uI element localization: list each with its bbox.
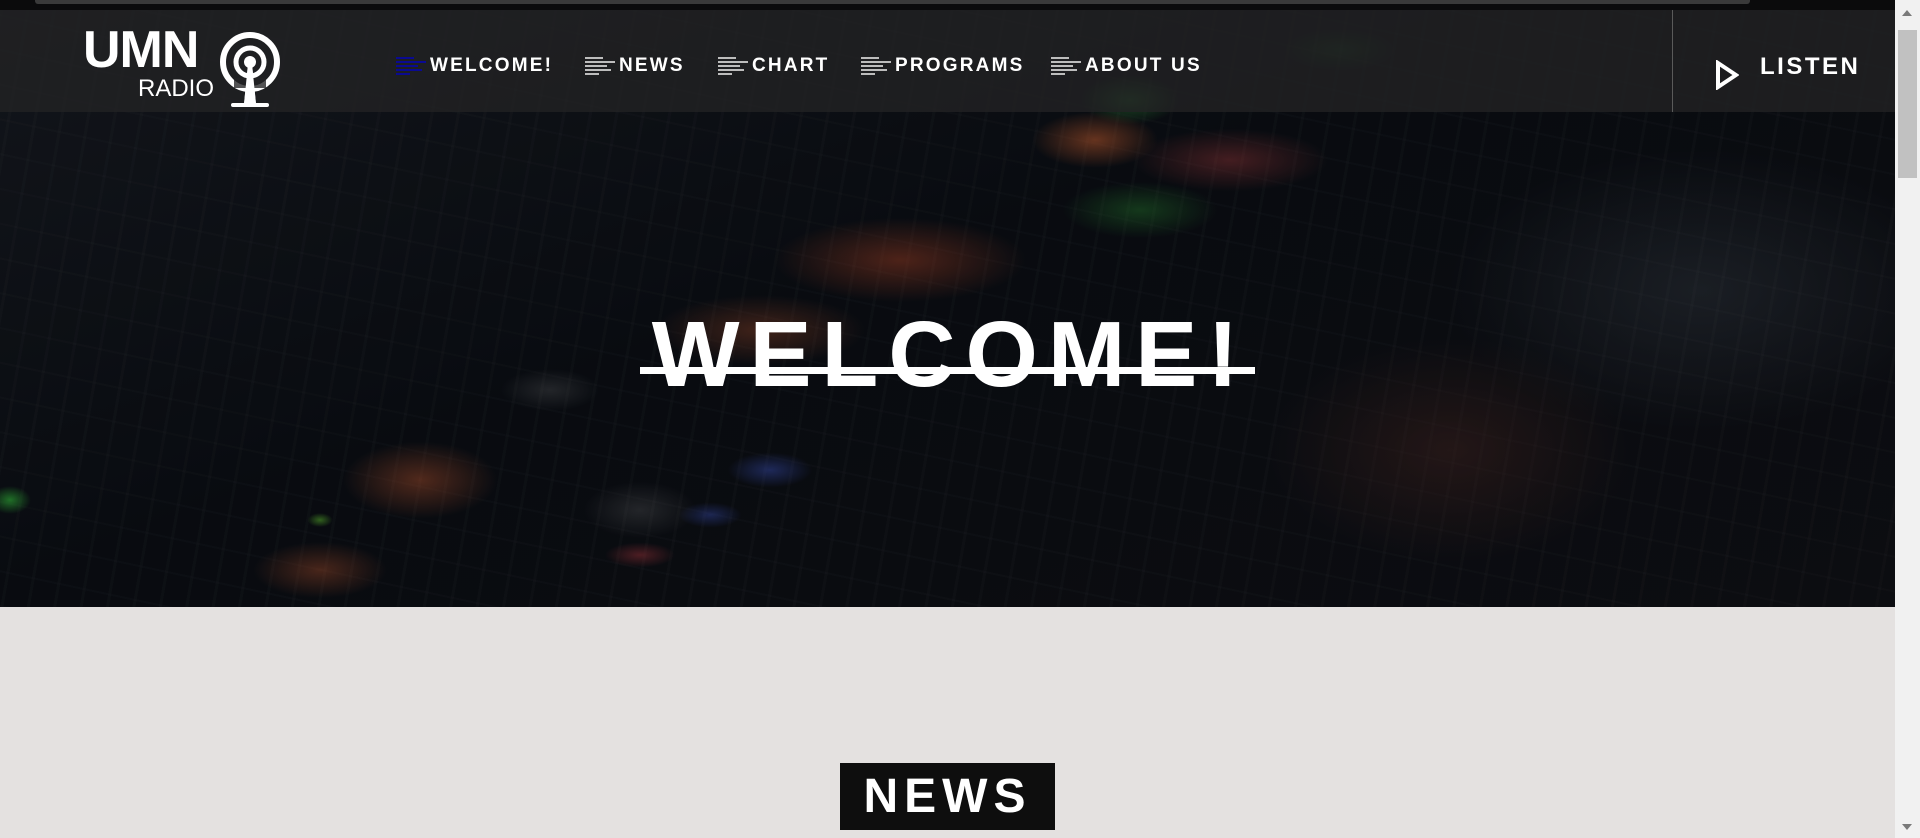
nav-label: NEWS xyxy=(619,55,685,76)
vertical-scrollbar[interactable] xyxy=(1895,0,1920,838)
menu-lines-icon xyxy=(861,57,891,77)
nav-label: ABOUT US xyxy=(1085,55,1202,76)
nav-label: CHART xyxy=(752,55,830,76)
menu-lines-icon xyxy=(718,57,748,77)
listen-label: LISTEN xyxy=(1760,53,1861,80)
news-title: NEWS xyxy=(863,770,1032,823)
top-edge xyxy=(0,0,1895,10)
logo-brand: UMN xyxy=(83,21,199,79)
scroll-down-arrow-icon[interactable] xyxy=(1902,824,1912,830)
scrollbar-thumb[interactable] xyxy=(1898,30,1917,178)
nav-label: WELCOME! xyxy=(430,55,554,76)
hero-title-underline xyxy=(640,367,1255,374)
nav-divider xyxy=(1672,10,1673,112)
menu-lines-icon xyxy=(585,57,615,77)
page: UMN RADIO WELCOME! NEWS CHART PROGRAMS A… xyxy=(0,0,1895,838)
hero-title: WELCOME! xyxy=(651,302,1249,407)
menu-lines-icon xyxy=(1051,57,1081,77)
menu-lines-icon xyxy=(396,57,426,77)
navbar: UMN RADIO WELCOME! NEWS CHART PROGRAMS A… xyxy=(0,10,1895,112)
logo-subbrand: RADIO xyxy=(138,75,215,102)
play-icon xyxy=(1716,60,1739,90)
hero-section: UMN RADIO WELCOME! NEWS CHART PROGRAMS A… xyxy=(0,10,1895,607)
radio-antenna-icon xyxy=(220,32,280,107)
scroll-up-arrow-icon[interactable] xyxy=(1902,10,1912,16)
nav-label: PROGRAMS xyxy=(895,55,1025,76)
logo[interactable]: UMN RADIO xyxy=(83,21,283,107)
top-edge-bar xyxy=(35,0,1750,4)
news-section-heading: NEWS xyxy=(840,763,1055,830)
